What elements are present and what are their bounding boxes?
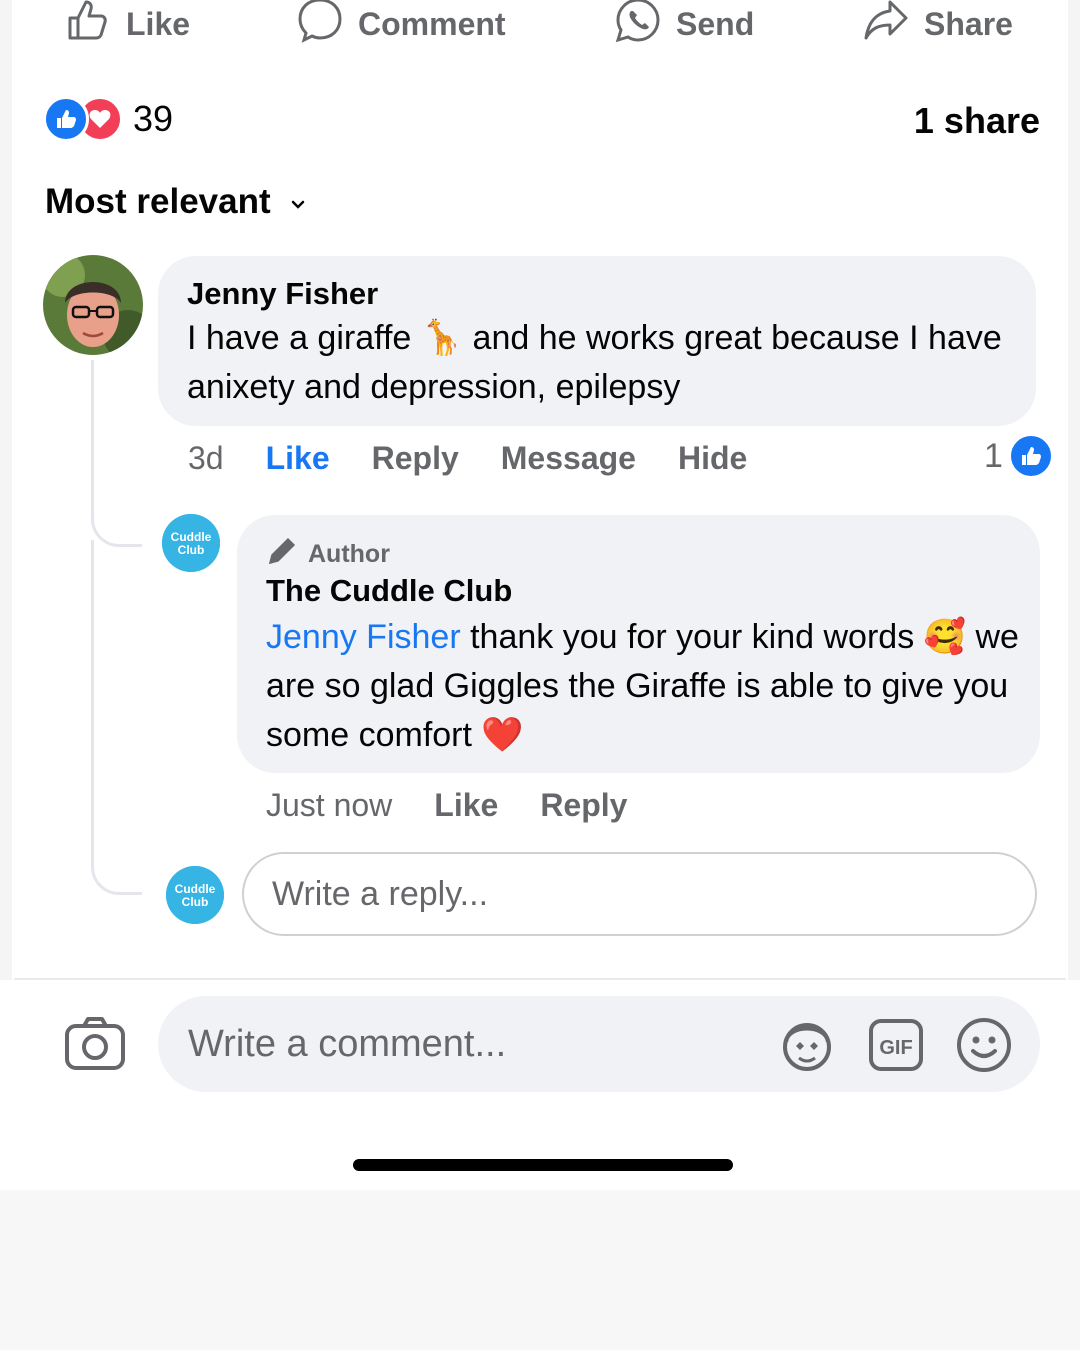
comment-author-name[interactable]: Jenny Fisher <box>187 276 378 312</box>
comment-like-count[interactable]: 1 <box>984 434 1053 478</box>
home-indicator[interactable] <box>353 1159 733 1171</box>
comment-text: I have a giraffe 🦒 and he works great be… <box>187 319 1002 406</box>
like-action-button[interactable]: Like <box>64 0 190 52</box>
camera-icon[interactable] <box>64 1016 126 1077</box>
thread-line-lower <box>91 540 94 860</box>
footer-area <box>0 1190 1080 1350</box>
sort-label: Most relevant <box>45 182 271 221</box>
reply-bubble: Author The Cuddle Club Jenny Fisher than… <box>237 515 1040 773</box>
avatar-sticker-icon[interactable] <box>778 1016 836 1079</box>
comment-reply-button[interactable]: Reply <box>372 440 459 477</box>
avatar[interactable]: Cuddle Club <box>162 514 220 572</box>
like-reaction-icon <box>43 96 89 142</box>
comment-sort-dropdown[interactable]: Most relevant <box>45 182 307 222</box>
comment-like-button[interactable]: Like <box>266 440 330 477</box>
smiling-hearts-emoji: 🥰 <box>923 618 966 656</box>
chevron-down-icon <box>289 182 307 222</box>
svg-text:Cuddle: Cuddle <box>175 882 216 896</box>
comment-action-button[interactable]: Comment <box>296 0 506 52</box>
comment-action-label: Comment <box>358 5 506 42</box>
avatar[interactable] <box>43 255 143 355</box>
svg-text:Club: Club <box>178 543 205 557</box>
author-badge: Author <box>266 535 390 574</box>
reaction-count: 39 <box>133 98 174 139</box>
pencil-icon <box>266 535 298 574</box>
comment-hide-button[interactable]: Hide <box>678 440 747 477</box>
svg-text:GIF: GIF <box>879 1037 912 1059</box>
send-action-label: Send <box>676 5 755 42</box>
reply-reply-button[interactable]: Reply <box>540 787 627 824</box>
thumbs-up-icon <box>64 0 112 52</box>
thread-connector-lower <box>91 850 142 895</box>
send-action-button[interactable]: Send <box>614 0 754 52</box>
reply-text: Jenny Fisher thank you for your kind wor… <box>266 618 1019 754</box>
reply-like-button[interactable]: Like <box>434 787 498 824</box>
avatar: Cuddle Club <box>166 866 224 924</box>
reply-author-name[interactable]: The Cuddle Club <box>266 573 512 609</box>
thread-line <box>91 360 94 510</box>
comment-message-button[interactable]: Message <box>501 440 636 477</box>
svg-text:Club: Club <box>182 895 209 909</box>
reply-time: Just now <box>266 787 393 823</box>
share-count[interactable]: 1 share <box>914 100 1040 142</box>
gif-icon[interactable]: GIF <box>868 1018 924 1077</box>
share-action-label: Share <box>924 5 1013 42</box>
red-heart-emoji: ❤️ <box>481 716 524 754</box>
comment-time: 3d <box>188 440 224 476</box>
reactions-summary[interactable]: 39 <box>43 96 173 142</box>
like-reaction-icon <box>1008 434 1053 478</box>
reply-input[interactable]: Write a reply... <box>242 852 1037 936</box>
mention-link[interactable]: Jenny Fisher <box>266 618 461 656</box>
comment-placeholder: Write a comment... <box>188 1022 507 1065</box>
like-action-label: Like <box>126 5 191 42</box>
thread-connector <box>91 500 142 547</box>
comment-icon <box>296 0 344 52</box>
share-action-button[interactable]: Share <box>862 0 1013 52</box>
svg-text:Cuddle: Cuddle <box>171 530 212 544</box>
giraffe-emoji: 🦒 <box>420 319 464 357</box>
share-arrow-icon <box>862 0 910 52</box>
emoji-icon[interactable] <box>955 1016 1013 1079</box>
reply-actions: Just now Like Reply <box>266 787 627 824</box>
reply-placeholder: Write a reply... <box>272 874 489 913</box>
comment-actions: 3d Like Reply Message Hide <box>188 440 747 477</box>
whatsapp-icon <box>614 0 662 52</box>
comment-bubble: Jenny Fisher I have a giraffe 🦒 and he w… <box>158 256 1036 426</box>
